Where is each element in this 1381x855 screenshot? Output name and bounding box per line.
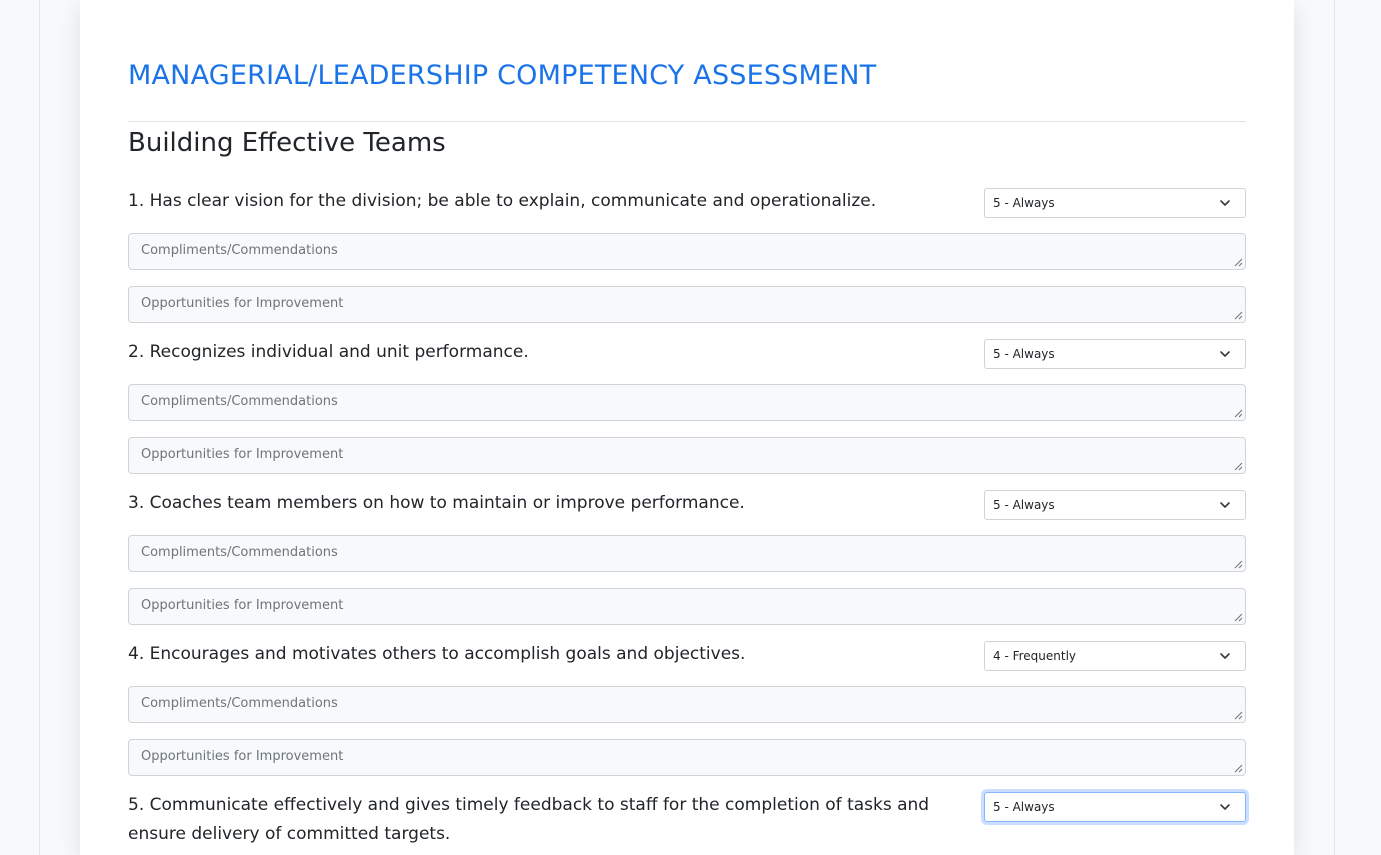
title-divider [128,121,1246,122]
question-3-improvement-placeholder: Opportunities for Improvement [141,598,344,613]
question-2-improvement-textarea[interactable]: Opportunities for Improvement [128,437,1246,474]
question-2-compliments-textarea[interactable]: Compliments/Commendations [128,384,1246,421]
question-2-improvement-placeholder: Opportunities for Improvement [141,447,344,462]
question-2-rating-value: 5 - Always [993,347,1055,361]
page-title: MANAGERIAL/LEADERSHIP COMPETENCY ASSESSM… [128,60,877,91]
question-5-text: 5. Communicate effectively and gives tim… [128,795,930,844]
question-1-compliments-textarea[interactable]: Compliments/Commendations [128,233,1246,270]
chevron-down-icon [1220,351,1230,357]
chevron-down-icon [1220,502,1230,508]
question-2-rating-select[interactable]: 5 - Always [984,339,1246,369]
question-3-compliments-textarea[interactable]: Compliments/Commendations [128,535,1246,572]
question-4-compliments-placeholder: Compliments/Commendations [141,696,338,711]
question-3-rating-value: 5 - Always [993,498,1055,512]
resize-grip-icon[interactable] [1234,560,1243,569]
question-1-rating-value: 5 - Always [993,196,1055,210]
question-3-improvement-textarea[interactable]: Opportunities for Improvement [128,588,1246,625]
resize-grip-icon[interactable] [1234,258,1243,267]
chevron-down-icon [1220,653,1230,659]
question-3-text: 3. Coaches team members on how to mainta… [128,493,745,513]
resize-grip-icon[interactable] [1234,462,1243,471]
question-3-rating-select[interactable]: 5 - Always [984,490,1246,520]
question-5-rating-value: 5 - Always [993,800,1055,814]
question-3-compliments-placeholder: Compliments/Commendations [141,545,338,560]
question-4-compliments-textarea[interactable]: Compliments/Commendations [128,686,1246,723]
resize-grip-icon[interactable] [1234,613,1243,622]
question-5-rating-select[interactable]: 5 - Always [984,792,1246,822]
question-4-improvement-placeholder: Opportunities for Improvement [141,749,344,764]
question-4-rating-value: 4 - Frequently [993,649,1077,663]
question-1-improvement-textarea[interactable]: Opportunities for Improvement [128,286,1246,323]
question-4-text: 4. Encourages and motivates others to ac… [128,644,746,664]
resize-grip-icon[interactable] [1234,409,1243,418]
question-1-text: 1. Has clear vision for the division; be… [128,191,877,211]
resize-grip-icon[interactable] [1234,764,1243,773]
section-title: Building Effective Teams [128,128,446,158]
question-1-improvement-placeholder: Opportunities for Improvement [141,296,344,311]
resize-grip-icon[interactable] [1234,311,1243,320]
assessment-card: MANAGERIAL/LEADERSHIP COMPETENCY ASSESSM… [80,0,1294,855]
question-4-improvement-textarea[interactable]: Opportunities for Improvement [128,739,1246,776]
question-1-rating-select[interactable]: 5 - Always [984,188,1246,218]
chevron-down-icon [1220,200,1230,206]
question-1-compliments-placeholder: Compliments/Commendations [141,243,338,258]
question-2-text: 2. Recognizes individual and unit perfor… [128,342,529,362]
chevron-down-icon [1220,804,1230,810]
question-4-rating-select[interactable]: 4 - Frequently [984,641,1246,671]
resize-grip-icon[interactable] [1234,711,1243,720]
question-2-compliments-placeholder: Compliments/Commendations [141,394,338,409]
